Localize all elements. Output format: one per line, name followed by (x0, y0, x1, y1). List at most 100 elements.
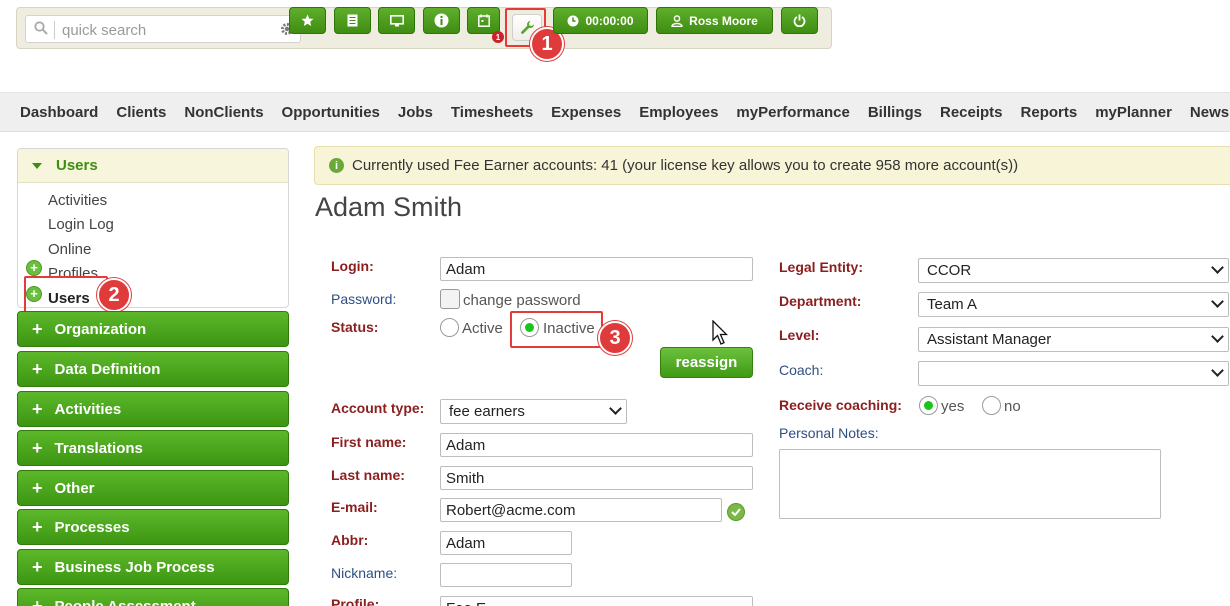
logout-button[interactable] (781, 7, 818, 34)
sidebar-section-people-assessment[interactable]: + People Assessment (17, 588, 289, 606)
highlight-box-inactive (510, 311, 603, 348)
plus-icon: + (32, 399, 43, 419)
section-label: Activities (54, 400, 122, 418)
nav-expenses[interactable]: Expenses (542, 104, 630, 121)
sidebar-section-translations[interactable]: + Translations (17, 430, 289, 466)
plus-icon: + (32, 438, 43, 458)
highlight-box-users (24, 276, 108, 313)
department-label: Department: (779, 293, 862, 309)
section-label: Processes (54, 518, 130, 536)
clock-icon (567, 15, 579, 26)
account-type-label: Account type: (331, 400, 425, 416)
department-select[interactable]: Team A (918, 292, 1229, 317)
nav-clients[interactable]: Clients (107, 104, 175, 121)
nav-newsletters[interactable]: Newsle (1181, 104, 1230, 121)
star-icon (301, 14, 314, 26)
screen-button[interactable] (378, 7, 415, 34)
quick-search[interactable] (25, 15, 301, 43)
first-name-field[interactable] (440, 433, 753, 457)
check-icon (727, 503, 745, 521)
section-label: People Assessment (54, 597, 196, 606)
timer-button[interactable]: 00:00:00 (553, 7, 648, 34)
calendar-button[interactable] (467, 7, 500, 34)
change-password-checkbox[interactable] (440, 289, 460, 309)
plus-icon: + (32, 557, 43, 577)
receive-coaching-label: Receive coaching: (779, 397, 902, 413)
license-info-bar: i Currently used Fee Earner accounts: 41… (314, 146, 1230, 185)
section-label: Organization (54, 320, 147, 338)
nav-myplanner[interactable]: myPlanner (1086, 104, 1181, 121)
status-active-radio[interactable] (440, 318, 459, 337)
nav-employees[interactable]: Employees (630, 104, 727, 121)
license-info-text: Currently used Fee Earner accounts: 41 (… (352, 157, 1019, 174)
account-type-select[interactable]: fee earners (440, 399, 627, 424)
coaching-no-radio[interactable] (982, 396, 1001, 415)
legal-entity-label: Legal Entity: (779, 259, 864, 275)
status-label: Status: (331, 319, 379, 335)
email-label: E-mail: (331, 499, 378, 515)
legal-entity-select[interactable]: CCOR (918, 258, 1229, 283)
sidebar-section-activities[interactable]: + Activities (17, 391, 289, 427)
search-input[interactable] (62, 19, 262, 41)
sidebar-section-business-job-process[interactable]: + Business Job Process (17, 549, 289, 585)
personal-notes-textarea[interactable] (779, 449, 1161, 519)
profile-field[interactable] (440, 596, 753, 606)
sidebar-section-processes[interactable]: + Processes (17, 509, 289, 545)
last-name-label: Last name: (331, 467, 405, 483)
chevron-down-icon (1211, 261, 1224, 274)
caret-down-icon (32, 162, 42, 169)
plus-icon: + (32, 596, 43, 606)
plus-circle-icon[interactable]: + (26, 260, 42, 276)
nickname-label: Nickname: (331, 565, 398, 581)
nickname-field[interactable] (440, 563, 572, 587)
nav-nonclients[interactable]: NonClients (175, 104, 272, 121)
plus-icon: + (32, 319, 43, 339)
sidebar-item-login-log[interactable]: Login Log (48, 216, 114, 233)
info-icon (434, 13, 449, 28)
personal-notes-label: Personal Notes: (779, 425, 879, 441)
sidebar-section-organization[interactable]: + Organization (17, 311, 289, 347)
account-type-value: fee earners (449, 403, 525, 420)
sidebar-section-users-label: Users (56, 157, 98, 174)
plus-icon: + (32, 359, 43, 379)
email-field[interactable] (440, 498, 722, 522)
sidebar-section-data-definition[interactable]: + Data Definition (17, 351, 289, 387)
department-value: Team A (927, 296, 978, 313)
password-label: Password: (331, 291, 397, 307)
abbr-field[interactable] (440, 531, 572, 555)
notification-badge: 1 (492, 31, 504, 43)
sidebar-section-users[interactable]: Users (18, 149, 288, 183)
sidebar-section-other[interactable]: + Other (17, 470, 289, 506)
page-title: Adam Smith (315, 192, 463, 222)
nav-myperformance[interactable]: myPerformance (727, 104, 858, 121)
last-name-field[interactable] (440, 466, 753, 490)
callout-3: 3 (598, 321, 632, 355)
info-button[interactable] (423, 7, 460, 34)
coach-select[interactable] (918, 361, 1229, 386)
document-icon (347, 14, 358, 27)
callout-2: 2 (97, 278, 131, 312)
power-icon (793, 14, 806, 27)
sidebar-item-activities[interactable]: Activities (48, 192, 107, 209)
nav-receipts[interactable]: Receipts (931, 104, 1012, 121)
section-label: Data Definition (54, 360, 161, 378)
coaching-yes-radio[interactable] (919, 396, 938, 415)
nav-timesheets[interactable]: Timesheets (442, 104, 542, 121)
login-field[interactable] (440, 257, 753, 281)
reassign-button[interactable]: reassign (660, 347, 753, 378)
nav-billings[interactable]: Billings (859, 104, 931, 121)
coaching-no-label: no (1004, 398, 1021, 415)
user-menu-button[interactable]: Ross Moore (656, 7, 773, 34)
level-select[interactable]: Assistant Manager (918, 327, 1229, 352)
coaching-yes-label: yes (941, 398, 965, 415)
info-icon: i (329, 158, 344, 173)
nav-reports[interactable]: Reports (1012, 104, 1087, 121)
nav-dashboard[interactable]: Dashboard (11, 104, 107, 121)
nav-opportunities[interactable]: Opportunities (273, 104, 389, 121)
notes-button[interactable] (334, 7, 371, 34)
favorites-button[interactable] (289, 7, 326, 34)
sidebar-item-online[interactable]: Online (48, 241, 91, 258)
legal-entity-value: CCOR (927, 262, 972, 279)
login-label: Login: (331, 258, 374, 274)
nav-jobs[interactable]: Jobs (389, 104, 442, 121)
